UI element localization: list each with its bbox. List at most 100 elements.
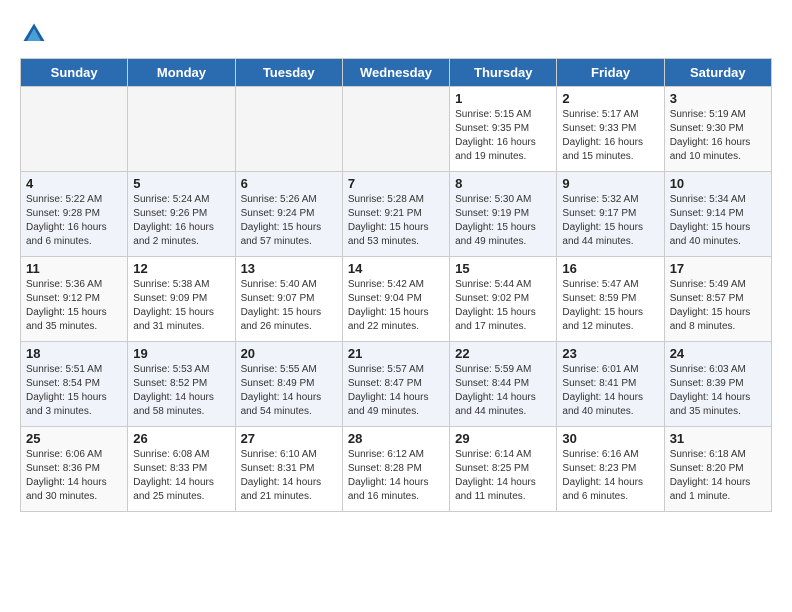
day-info: Sunrise: 5:24 AMSunset: 9:26 PMDaylight:… — [133, 193, 229, 249]
table-row: 18 Sunrise: 5:51 AMSunset: 8:54 PMDayligh… — [21, 342, 128, 427]
table-row: 28 Sunrise: 6:12 AMSunset: 8:28 PMDayligh… — [342, 427, 449, 512]
day-number: 8 — [455, 176, 551, 191]
day-info: Sunrise: 5:30 AMSunset: 9:19 PMDaylight:… — [455, 193, 551, 249]
table-row: 31Sunrise: 6:18 AMSunset: 8:20 PMDayligh… — [664, 427, 771, 512]
header-monday: Monday — [128, 59, 235, 87]
day-info: Sunrise: 5:26 AMSunset: 9:24 PMDaylight:… — [241, 193, 337, 249]
table-row: 24 Sunrise: 6:03 AMSunset: 8:39 PMDayligh… — [664, 342, 771, 427]
table-row: 25 Sunrise: 6:06 AMSunset: 8:36 PMDayligh… — [21, 427, 128, 512]
day-number: 20 — [241, 346, 337, 361]
day-number: 26 — [133, 431, 229, 446]
day-number: 22 — [455, 346, 551, 361]
calendar-week-1: 1 Sunrise: 5:15 AMSunset: 9:35 PMDaylight… — [21, 87, 772, 172]
day-info: Sunrise: 5:22 AMSunset: 9:28 PMDaylight:… — [26, 193, 122, 249]
day-info: Sunrise: 5:53 AMSunset: 8:52 PMDaylight:… — [133, 363, 229, 419]
day-info: Sunrise: 6:12 AMSunset: 8:28 PMDaylight:… — [348, 448, 444, 504]
day-info: Sunrise: 5:15 AMSunset: 9:35 PMDaylight:… — [455, 108, 551, 164]
day-number: 2 — [562, 91, 658, 106]
day-info: Sunrise: 6:01 AMSunset: 8:41 PMDaylight:… — [562, 363, 658, 419]
day-info: Sunrise: 6:10 AMSunset: 8:31 PMDaylight:… — [241, 448, 337, 504]
table-row: 26Sunrise: 6:08 AMSunset: 8:33 PMDayligh… — [128, 427, 235, 512]
header-wednesday: Wednesday — [342, 59, 449, 87]
calendar-table: SundayMondayTuesdayWednesdayThursdayFrid… — [20, 58, 772, 512]
table-row: 10 Sunrise: 5:34 AMSunset: 9:14 PMDayligh… — [664, 172, 771, 257]
table-row: 12Sunrise: 5:38 AMSunset: 9:09 PMDayligh… — [128, 257, 235, 342]
day-info: Sunrise: 5:38 AMSunset: 9:09 PMDaylight:… — [133, 278, 229, 334]
day-number: 30 — [562, 431, 658, 446]
day-number: 25 — [26, 431, 122, 446]
table-row: 21 Sunrise: 5:57 AMSunset: 8:47 PMDayligh… — [342, 342, 449, 427]
day-number: 1 — [455, 91, 551, 106]
calendar-week-2: 4 Sunrise: 5:22 AMSunset: 9:28 PMDaylight… — [21, 172, 772, 257]
table-row: 15 Sunrise: 5:44 AMSunset: 9:02 PMDayligh… — [450, 257, 557, 342]
day-number: 29 — [455, 431, 551, 446]
day-info: Sunrise: 6:06 AMSunset: 8:36 PMDaylight:… — [26, 448, 122, 504]
day-info: Sunrise: 5:55 AMSunset: 8:49 PMDaylight:… — [241, 363, 337, 419]
day-info: Sunrise: 5:28 AMSunset: 9:21 PMDaylight:… — [348, 193, 444, 249]
day-number: 11 — [26, 261, 122, 276]
table-row: 29 Sunrise: 6:14 AMSunset: 8:25 PMDayligh… — [450, 427, 557, 512]
day-info: Sunrise: 5:17 AMSunset: 9:33 PMDaylight:… — [562, 108, 658, 164]
day-info: Sunrise: 5:32 AMSunset: 9:17 PMDaylight:… — [562, 193, 658, 249]
day-number: 24 — [670, 346, 766, 361]
day-info: Sunrise: 5:34 AMSunset: 9:14 PMDaylight:… — [670, 193, 766, 249]
table-row — [235, 87, 342, 172]
page-header — [20, 20, 772, 48]
day-number: 15 — [455, 261, 551, 276]
day-number: 9 — [562, 176, 658, 191]
day-number: 18 — [26, 346, 122, 361]
header-saturday: Saturday — [664, 59, 771, 87]
day-number: 31 — [670, 431, 766, 446]
calendar-week-5: 25 Sunrise: 6:06 AMSunset: 8:36 PMDayligh… — [21, 427, 772, 512]
table-row: 22 Sunrise: 5:59 AMSunset: 8:44 PMDayligh… — [450, 342, 557, 427]
day-number: 3 — [670, 91, 766, 106]
table-row: 4 Sunrise: 5:22 AMSunset: 9:28 PMDaylight… — [21, 172, 128, 257]
table-row: 7 Sunrise: 5:28 AMSunset: 9:21 PMDaylight… — [342, 172, 449, 257]
table-row: 16 Sunrise: 5:47 AMSunset: 8:59 PMDayligh… — [557, 257, 664, 342]
day-number: 4 — [26, 176, 122, 191]
table-row: 27Sunrise: 6:10 AMSunset: 8:31 PMDayligh… — [235, 427, 342, 512]
day-info: Sunrise: 5:47 AMSunset: 8:59 PMDaylight:… — [562, 278, 658, 334]
day-number: 16 — [562, 261, 658, 276]
day-info: Sunrise: 5:36 AMSunset: 9:12 PMDaylight:… — [26, 278, 122, 334]
table-row: 2 Sunrise: 5:17 AMSunset: 9:33 PMDaylight… — [557, 87, 664, 172]
table-row — [128, 87, 235, 172]
day-info: Sunrise: 5:59 AMSunset: 8:44 PMDaylight:… — [455, 363, 551, 419]
table-row: 8 Sunrise: 5:30 AMSunset: 9:19 PMDaylight… — [450, 172, 557, 257]
table-row: 1 Sunrise: 5:15 AMSunset: 9:35 PMDaylight… — [450, 87, 557, 172]
calendar-header-row: SundayMondayTuesdayWednesdayThursdayFrid… — [21, 59, 772, 87]
logo — [20, 20, 52, 48]
day-info: Sunrise: 6:16 AMSunset: 8:23 PMDaylight:… — [562, 448, 658, 504]
day-info: Sunrise: 5:51 AMSunset: 8:54 PMDaylight:… — [26, 363, 122, 419]
day-number: 28 — [348, 431, 444, 446]
day-number: 10 — [670, 176, 766, 191]
day-info: Sunrise: 6:03 AMSunset: 8:39 PMDaylight:… — [670, 363, 766, 419]
day-info: Sunrise: 5:42 AMSunset: 9:04 PMDaylight:… — [348, 278, 444, 334]
table-row — [342, 87, 449, 172]
day-number: 14 — [348, 261, 444, 276]
logo-icon — [20, 20, 48, 48]
table-row: 19 Sunrise: 5:53 AMSunset: 8:52 PMDayligh… — [128, 342, 235, 427]
table-row — [21, 87, 128, 172]
day-info: Sunrise: 5:49 AMSunset: 8:57 PMDaylight:… — [670, 278, 766, 334]
day-number: 21 — [348, 346, 444, 361]
calendar-week-3: 11 Sunrise: 5:36 AMSunset: 9:12 PMDayligh… — [21, 257, 772, 342]
day-info: Sunrise: 6:14 AMSunset: 8:25 PMDaylight:… — [455, 448, 551, 504]
day-info: Sunrise: 5:57 AMSunset: 8:47 PMDaylight:… — [348, 363, 444, 419]
table-row: 14 Sunrise: 5:42 AMSunset: 9:04 PMDayligh… — [342, 257, 449, 342]
day-number: 19 — [133, 346, 229, 361]
header-thursday: Thursday — [450, 59, 557, 87]
header-sunday: Sunday — [21, 59, 128, 87]
day-number: 6 — [241, 176, 337, 191]
table-row: 23 Sunrise: 6:01 AMSunset: 8:41 PMDayligh… — [557, 342, 664, 427]
table-row: 11 Sunrise: 5:36 AMSunset: 9:12 PMDayligh… — [21, 257, 128, 342]
calendar-week-4: 18 Sunrise: 5:51 AMSunset: 8:54 PMDayligh… — [21, 342, 772, 427]
day-info: Sunrise: 5:44 AMSunset: 9:02 PMDaylight:… — [455, 278, 551, 334]
day-number: 7 — [348, 176, 444, 191]
table-row: 5Sunrise: 5:24 AMSunset: 9:26 PMDaylight… — [128, 172, 235, 257]
header-friday: Friday — [557, 59, 664, 87]
table-row: 17Sunrise: 5:49 AMSunset: 8:57 PMDayligh… — [664, 257, 771, 342]
table-row: 13Sunrise: 5:40 AMSunset: 9:07 PMDayligh… — [235, 257, 342, 342]
day-number: 23 — [562, 346, 658, 361]
day-info: Sunrise: 5:19 AMSunset: 9:30 PMDaylight:… — [670, 108, 766, 164]
